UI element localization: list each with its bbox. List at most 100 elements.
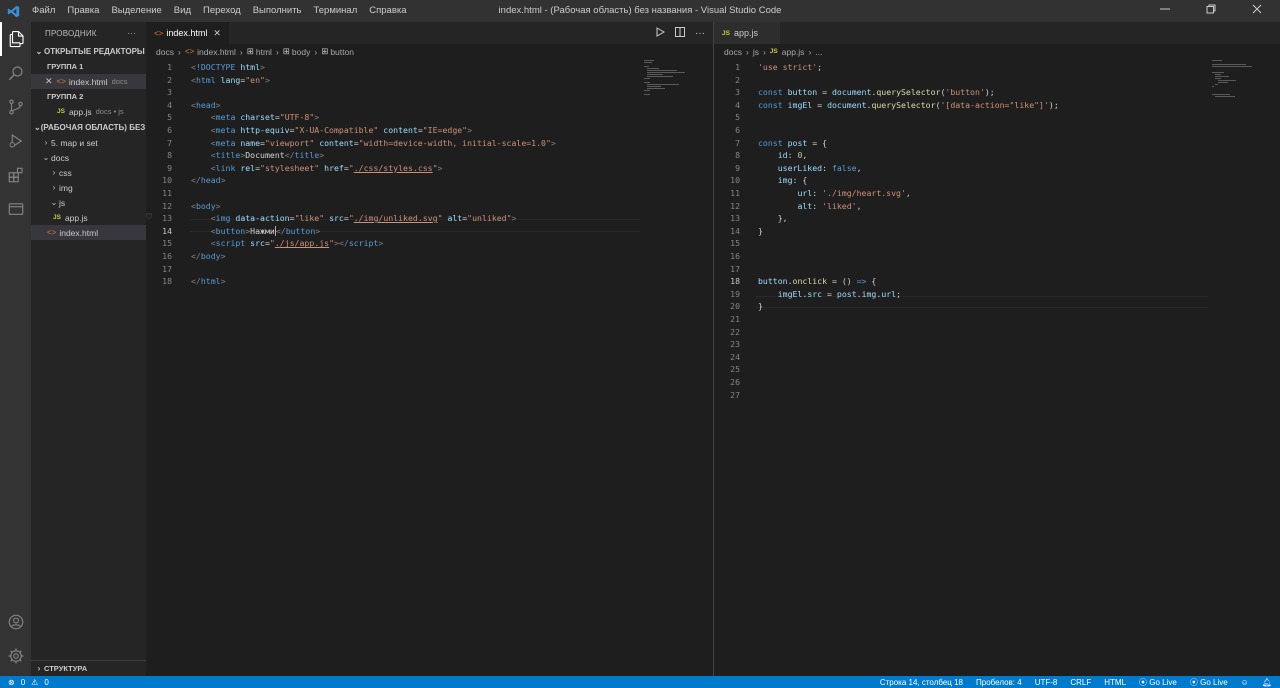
menu-edit[interactable]: Правка [61, 0, 105, 22]
tree-file-index-html[interactable]: <> index.html [31, 225, 146, 240]
code-line: 'use strict'; [758, 62, 823, 72]
outline-section[interactable]: › СТРУКТУРА [31, 660, 146, 676]
menu-selection[interactable]: Выделение [105, 0, 167, 22]
breadcrumb-item[interactable]: docs [156, 47, 174, 57]
line-number: 10 [162, 175, 172, 186]
open-editor-index-html[interactable]: ✕ <> index.html docs [31, 74, 146, 89]
tag-symbol-icon: ⊞ [321, 46, 329, 56]
tree-item-label: app.js [64, 212, 88, 223]
gear-icon[interactable] [0, 639, 31, 673]
breadcrumb-item[interactable]: js [753, 47, 759, 57]
run-icon[interactable] [655, 26, 666, 40]
chevron-right-icon: › [52, 168, 56, 177]
bell-icon[interactable]: 🔔︎ [1262, 678, 1272, 687]
feedback-icon[interactable]: ☺ [1241, 678, 1249, 687]
warning-icon: ⚠ [31, 677, 39, 687]
open-editor-app-js[interactable]: JS app.js docs • js [31, 104, 146, 119]
minimize-icon[interactable] [1142, 0, 1188, 22]
tag-symbol-icon: ⊞ [282, 46, 290, 56]
tree-folder-map-set[interactable]: › 5. map и set [31, 135, 146, 150]
remote-explorer-icon[interactable] [0, 192, 31, 226]
line-number: 11 [162, 188, 172, 198]
close-window-icon[interactable] [1234, 0, 1280, 22]
open-editors-group-1[interactable]: ГРУППА 1 [31, 59, 146, 74]
line-number: 10 [730, 175, 740, 186]
encoding[interactable]: UTF-8 [1035, 678, 1058, 687]
minimap[interactable] [1212, 59, 1272, 99]
line-number: 5 [735, 112, 740, 123]
line-number: 22 [730, 326, 740, 337]
open-editors-group-2[interactable]: ГРУППА 2 [31, 89, 146, 104]
line-number: 25 [730, 364, 740, 375]
breadcrumb-item[interactable]: index.html [197, 47, 236, 57]
tab-app-js[interactable]: JS app.js ✕ [714, 22, 780, 44]
breadcrumb-item[interactable]: ... [815, 47, 822, 57]
files-icon[interactable] [0, 22, 31, 56]
split-editor-icon[interactable] [675, 26, 685, 40]
extensions-icon[interactable] [0, 158, 31, 192]
tree-folder-img[interactable]: › img [31, 180, 146, 195]
breadcrumb-item[interactable]: html [256, 47, 272, 57]
tab-index-html[interactable]: <> index.html ✕ [146, 22, 229, 44]
chevron-right-icon: › [177, 46, 181, 57]
tree-folder-js[interactable]: ⌄ js [31, 195, 146, 210]
warning-count: 0 [44, 677, 49, 687]
cursor-position[interactable]: Строка 14, столбец 18 [880, 678, 963, 687]
breadcrumb-item[interactable]: docs [724, 47, 742, 57]
code-line: alt: 'liked', [797, 200, 862, 211]
html-file-icon: <> [47, 228, 57, 237]
explorer-title: ПРОВОДНИК [45, 28, 97, 38]
restore-icon[interactable] [1188, 0, 1234, 22]
line-number: 12 [162, 200, 172, 211]
more-actions-icon[interactable]: ··· [127, 29, 136, 38]
go-live-button-2[interactable]: ⦿ Go Live [1190, 677, 1228, 688]
tree-folder-docs[interactable]: ⌄ docs [31, 150, 146, 165]
close-icon[interactable]: ✕ [213, 28, 221, 39]
breadcrumb-item[interactable]: app.js [782, 47, 805, 57]
workspace-section[interactable]: ⌄ (РАБОЧАЯ ОБЛАСТЬ) БЕЗ ... [31, 120, 146, 135]
tree-folder-css[interactable]: › css [31, 165, 146, 180]
menu-view[interactable]: Вид [168, 0, 197, 22]
line-number: 17 [162, 263, 172, 274]
line-number: 18 [162, 276, 172, 287]
open-editors-section[interactable]: ⌄ ОТКРЫТЫЕ РЕДАКТОРЫ [31, 44, 146, 59]
search-icon[interactable] [0, 56, 31, 90]
breadcrumb: docs › <> index.html › ⊞ html › ⊞ body ›… [146, 44, 713, 59]
tree-item-label: css [59, 167, 72, 178]
status-bar: ⊗ 0 ⚠ 0 Строка 14, столбец 18 Пробелов: … [0, 676, 1280, 688]
menu-file[interactable]: Файл [26, 0, 61, 22]
editor-group-1: <> index.html ✕ ··· docs › <> index.html… [146, 22, 713, 676]
code-line: const button = document.querySelector('b… [758, 87, 995, 98]
js-file-icon: JS [57, 108, 65, 115]
menu-run[interactable]: Выполнить [247, 0, 308, 22]
breadcrumb-item[interactable]: button [330, 47, 354, 57]
minimap[interactable] [644, 59, 704, 99]
more-actions-icon[interactable]: ··· [695, 28, 705, 39]
go-live-button-1[interactable]: ⦿ Go Live [1139, 677, 1177, 688]
account-icon[interactable] [0, 605, 31, 639]
menu-go[interactable]: Переход [197, 0, 247, 22]
menu-help[interactable]: Справка [363, 0, 412, 22]
chevron-right-icon: › [44, 138, 48, 147]
line-number: 7 [167, 137, 172, 148]
broadcast-icon: ⦿ [1189, 677, 1201, 687]
status-problems[interactable]: ⊗ 0 ⚠ 0 [0, 678, 49, 687]
menu-terminal[interactable]: Терминал [308, 0, 364, 22]
end-of-line[interactable]: CRLF [1070, 678, 1091, 687]
tree-file-app-js[interactable]: JS app.js [31, 210, 146, 225]
run-debug-icon[interactable] [0, 124, 31, 158]
line-number: 4 [167, 99, 172, 110]
line-number: 2 [735, 74, 740, 85]
breadcrumb-item[interactable]: body [292, 47, 310, 57]
close-icon[interactable]: ✕ [45, 76, 53, 87]
status-right: Строка 14, столбец 18 Пробелов: 4 UTF-8 … [880, 676, 1272, 688]
go-live-label: Go Live [1149, 677, 1177, 687]
code-line: <meta http-equiv="X-UA-Compatible" conte… [210, 125, 473, 135]
line-number: 8 [735, 150, 740, 161]
source-control-icon[interactable] [0, 90, 31, 124]
indentation[interactable]: Пробелов: 4 [976, 678, 1022, 687]
line-number: 13 [162, 213, 172, 224]
language-mode[interactable]: HTML [1104, 678, 1126, 687]
line-number: 12 [730, 200, 740, 211]
line-number: 3 [735, 87, 740, 98]
